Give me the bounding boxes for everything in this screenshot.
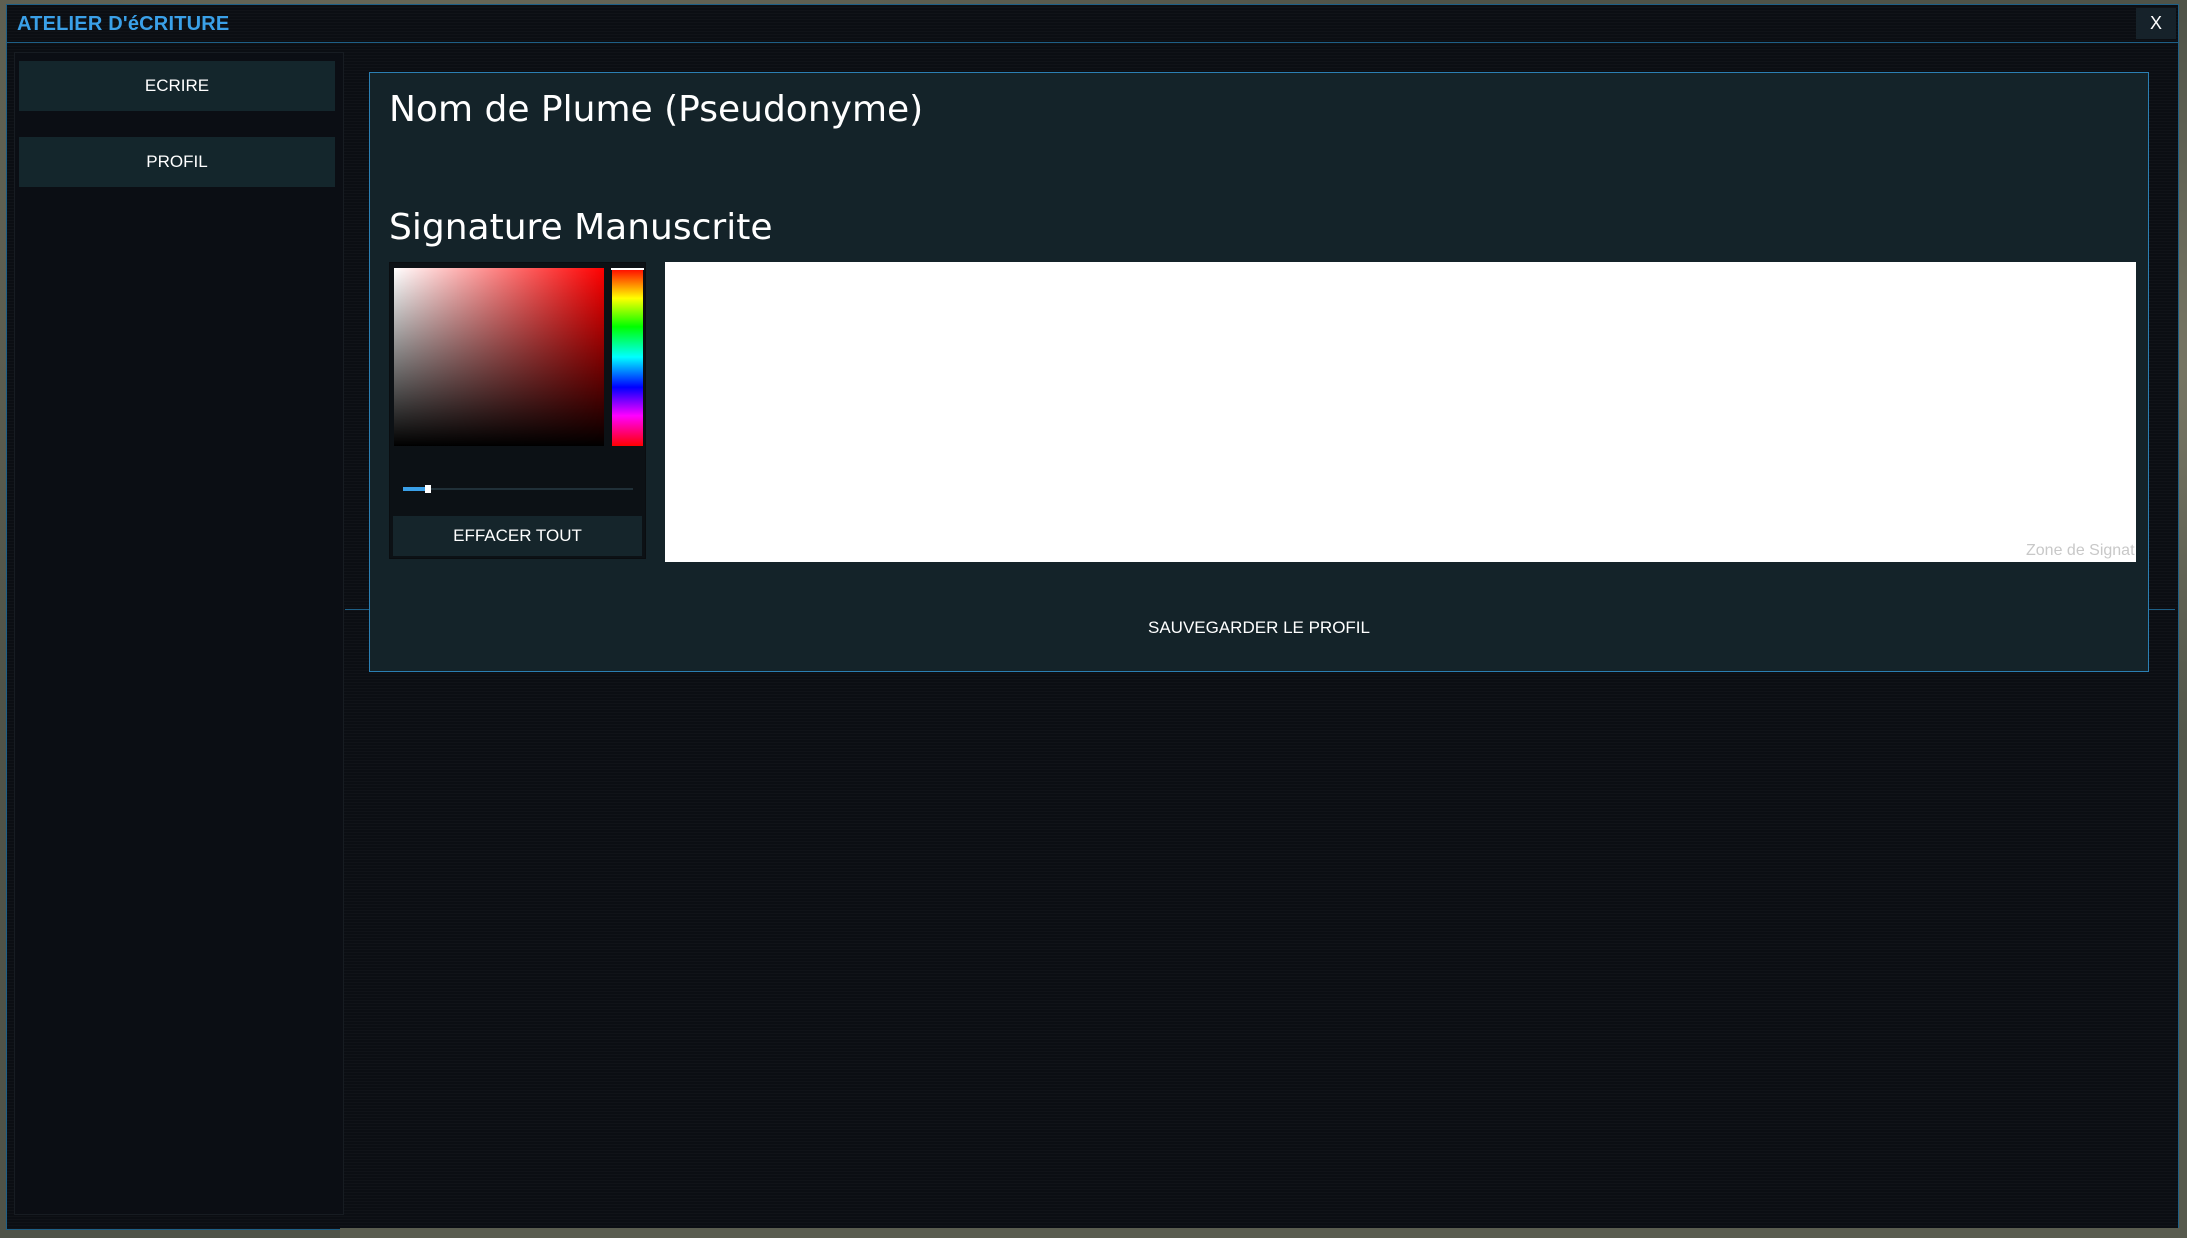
signature-tools: EFFACER TOUT	[389, 262, 646, 559]
window-title: ATELIER D'éCRITURE	[17, 13, 230, 35]
signature-heading: Signature Manuscrite	[389, 207, 773, 248]
desktop-strip	[340, 1228, 2180, 1238]
save-profile-button[interactable]: SAUVEGARDER LE PROFIL	[370, 618, 2148, 638]
signature-canvas[interactable]: Zone de Signat	[665, 262, 2136, 562]
brush-size-thumb[interactable]	[425, 485, 432, 493]
sidebar-item-write[interactable]: ECRIRE	[19, 61, 335, 111]
hue-marker[interactable]	[611, 268, 644, 270]
hue-slider[interactable]	[611, 268, 644, 446]
canvas-placeholder: Zone de Signat	[2026, 542, 2135, 559]
profile-panel: Nom de Plume (Pseudonyme) Signature Manu…	[369, 72, 2149, 672]
color-saturation-picker[interactable]	[394, 268, 604, 446]
brush-size-slider[interactable]	[403, 483, 633, 495]
close-button[interactable]: X	[2136, 8, 2176, 39]
title-bar: ATELIER D'éCRITURE X	[7, 5, 2178, 43]
clear-all-button[interactable]: EFFACER TOUT	[393, 516, 642, 556]
pseudonym-heading: Nom de Plume (Pseudonyme)	[389, 89, 924, 130]
brush-size-track	[403, 488, 633, 490]
sidebar: ECRIRE PROFIL	[14, 52, 344, 1215]
sidebar-item-profile[interactable]: PROFIL	[19, 137, 335, 187]
writing-workshop-window: ATELIER D'éCRITURE X ECRIRE PROFIL Nom d…	[6, 4, 2179, 1230]
